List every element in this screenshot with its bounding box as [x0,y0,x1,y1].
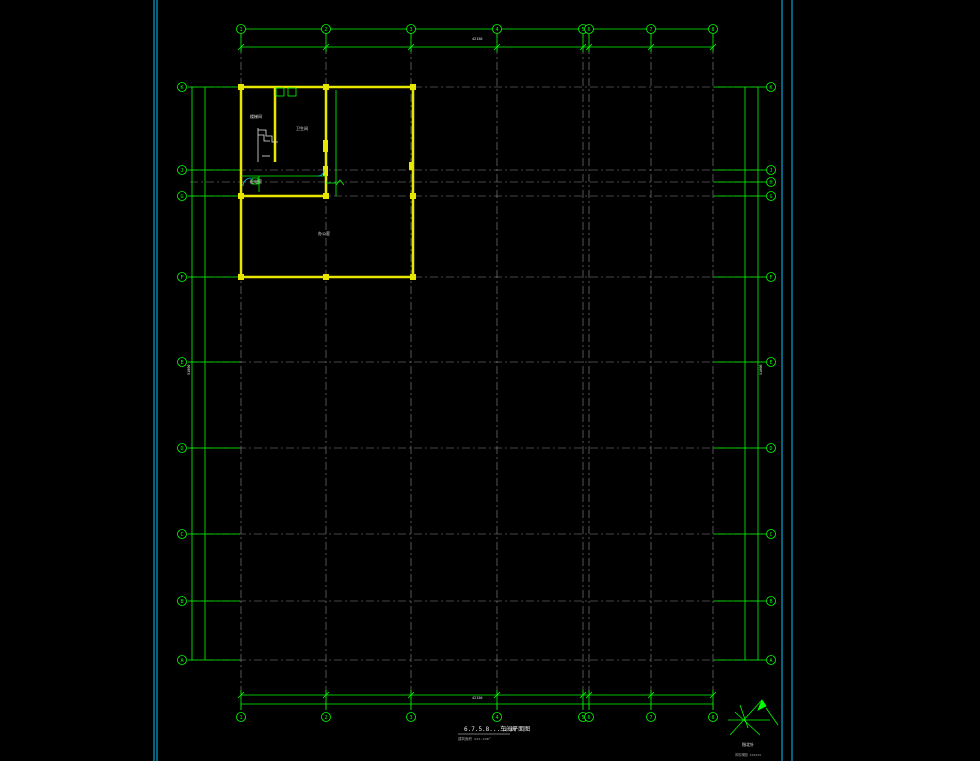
axis-bubble-left-A: A [177,655,187,665]
axis-bubbles: 1 2 3 4 5 6 7 81 2 3 4 5 6 7 8KJGFEDCBAKJHGFEDCBA [177,24,776,722]
axis-bubble-right-G-label: G [769,194,772,200]
axis-bubble-right-H: H [766,177,776,187]
axis-bubble-top-7-label: 7 [649,27,652,33]
room-label-toilet: 卫生间 [296,125,308,131]
axis-bubble-left-K-label: K [180,85,183,91]
axis-bubble-left-F-label: F [180,275,183,281]
axis-bubble-top-6-label: 6 [587,27,590,33]
axis-bubble-top-8: 8 [708,24,718,34]
axis-bubble-left-J: J [177,165,187,175]
axis-bubble-left-A-label: A [180,658,183,664]
axis-bubble-right-E-label: E [769,360,772,366]
axis-bubble-left-F: F [177,272,187,282]
axis-bubble-left-D: D [177,443,187,453]
axis-bubble-right-B-label: B [769,599,772,605]
axis-bubble-right-J: J [766,165,776,175]
axis-bubble-top-3-label: 3 [409,27,412,33]
room-label-office: 办公室 [318,230,330,236]
axis-bubble-left-E-label: E [180,360,183,366]
axis-bubble-bottom-6-label: 6 [587,715,590,721]
axis-bubble-top-6: 6 [584,24,594,34]
drawing-scale: 1:100 [504,727,517,732]
axis-bubble-left-B: B [177,596,187,606]
left-dim-total: 51000 [187,364,191,375]
axis-bubble-bottom-2: 2 [321,712,331,722]
axis-bubble-right-B: B [766,596,776,606]
axis-bubble-bottom-7: 7 [646,712,656,722]
drawing-title-block: 6.7.5.8...车间平面图 1:100 建筑面积 xxx.xxm² [458,725,530,741]
axis-bubble-right-A: A [766,655,776,665]
axis-bubble-right-F: F [766,272,776,282]
axis-bubble-right-C-label: C [769,532,772,538]
axis-bubble-top-4-label: 4 [495,27,498,33]
axis-bubble-bottom-8-label: 8 [711,715,714,721]
axis-bubble-top-3: 3 [406,24,416,34]
axis-bubble-bottom-5-label: 5 [581,715,584,721]
axis-bubble-bottom-1-label: 1 [239,715,242,721]
axis-bubble-right-K: K [766,82,776,92]
room-label-stair: 楼梯间 [250,113,262,119]
cad-drawing-canvas: 1 2 3 4 5 6 7 81 2 3 4 5 6 7 8KJGFEDCBAKJHGFEDCBA 楼梯间 [153,0,793,761]
axis-bubble-right-E: E [766,357,776,367]
axis-bubble-bottom-2-label: 2 [324,715,327,721]
axis-bubble-left-E: E [177,357,187,367]
axis-bubble-right-H-label: H [769,180,772,186]
legend-text: 风玫瑰图 xxxxxx [735,752,761,757]
axis-bubble-bottom-4: 4 [492,712,502,722]
top-dim-total: 42150 [472,37,483,41]
axis-bubble-left-K: K [177,82,187,92]
legend-title: 指北针 [742,741,754,747]
axis-bubble-bottom-7-label: 7 [649,715,652,721]
axis-bubble-right-C: C [766,529,776,539]
axis-bubble-top-2: 2 [321,24,331,34]
axis-bubble-left-G: G [177,191,187,201]
axis-bubble-bottom-8: 8 [708,712,718,722]
axis-bubble-bottom-1: 1 [236,712,246,722]
axis-bubble-top-2-label: 2 [324,27,327,33]
axis-bubble-right-D: D [766,443,776,453]
axis-bubble-right-D-label: D [769,446,772,452]
bottom-dim-total: 42150 [472,696,483,700]
axis-bubble-right-K-label: K [769,85,772,91]
axis-bubble-bottom-3-label: 3 [409,715,412,721]
axis-bubble-left-C: C [177,529,187,539]
axis-bubble-top-8-label: 8 [711,27,714,33]
axis-bubble-right-J-label: J [769,168,772,174]
axis-bubble-right-A-label: A [769,658,772,664]
axis-bubble-bottom-6: 6 [584,712,594,722]
axis-bubble-left-D-label: D [180,446,183,452]
axis-bubble-right-G: G [766,191,776,201]
axis-bubble-left-C-label: C [180,532,183,538]
axis-bubble-left-J-label: J [180,168,183,174]
axis-bubble-top-4: 4 [492,24,502,34]
axis-bubble-bottom-3: 3 [406,712,416,722]
axis-bubble-top-1-label: 1 [239,27,242,33]
axis-bubble-top-1: 1 [236,24,246,34]
room-label-power: 配电室 [250,178,262,184]
north-arrow [728,699,779,736]
drawing-title: 6.7.5.8...车间平面图 [464,725,530,733]
axis-bubble-left-B-label: B [180,599,183,605]
axis-bubble-bottom-4-label: 4 [495,715,498,721]
axis-bubble-left-G-label: G [180,194,183,200]
drawing-subtitle: 建筑面积 xxx.xxm² [458,736,491,741]
right-dim-total: 51000 [759,364,763,375]
axis-bubble-right-F-label: F [769,275,772,281]
axis-bubble-top-7: 7 [646,24,656,34]
axis-bubble-top-5-label: 5 [581,27,584,33]
room-labels: 楼梯间 卫生间 配电室 办公室 [250,113,330,236]
